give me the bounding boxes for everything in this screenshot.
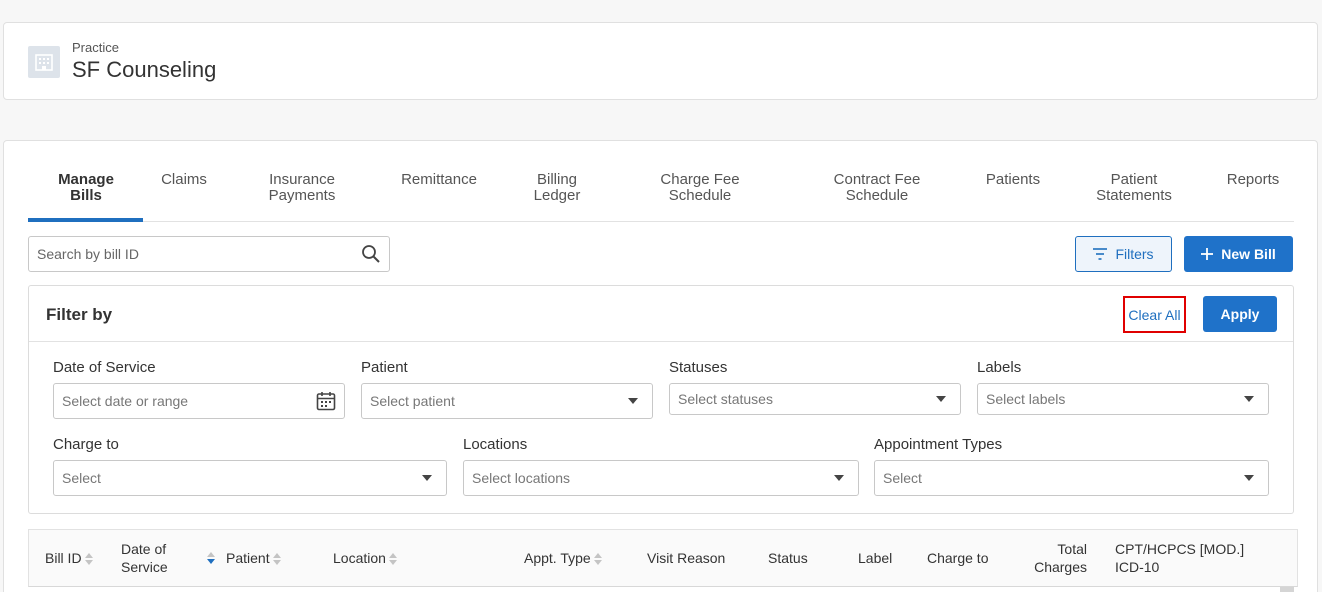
column-total-charges: Total Charges (1019, 540, 1087, 576)
chevron-down-icon (422, 475, 432, 481)
billing-tabs: Manage Bills Claims Insurance Payments Rem… (28, 141, 1294, 222)
tab-contract-fee-schedule[interactable]: Contract Fee Schedule (825, 172, 929, 204)
column-date-of-service[interactable]: Date of Service (121, 540, 181, 576)
column-charge-to: Charge to (927, 550, 989, 566)
labels-select[interactable]: Select labels (977, 383, 1269, 415)
filter-panel-header: Filter by Clear All Apply (29, 286, 1293, 342)
practice-label: Practice (72, 40, 119, 55)
column-codes: CPT/HCPCS [MOD.] ICD-10 (1115, 540, 1244, 576)
tab-label: Manage Bills (58, 171, 114, 204)
tab-label: Charge Fee Schedule (660, 171, 740, 204)
bills-table-header: Bill ID Date of Service Patient Location … (28, 529, 1298, 587)
chevron-down-icon (628, 398, 638, 404)
column-label: Label (858, 550, 893, 566)
tab-label: Patient Statements (1096, 171, 1172, 204)
tab-charge-fee-schedule[interactable]: Charge Fee Schedule (652, 172, 748, 204)
search-icon[interactable] (361, 244, 381, 264)
tab-label: Billing Ledger (533, 171, 581, 204)
tab-billing-ledger[interactable]: Billing Ledger (524, 172, 590, 204)
practice-card: Practice SF Counseling (3, 22, 1318, 100)
locations-placeholder: Select locations (472, 470, 571, 486)
tab-label: Patients (985, 171, 1041, 188)
tab-patients[interactable]: Patients (978, 172, 1048, 188)
tab-label: Claims (161, 171, 207, 188)
calendar-icon[interactable] (316, 391, 336, 411)
column-label: Patient (226, 550, 270, 566)
column-label: Bill ID (45, 550, 82, 566)
column-label: Location (333, 550, 386, 566)
chevron-down-icon (1244, 475, 1254, 481)
tab-manage-bills[interactable]: Manage Bills (56, 172, 116, 204)
charge-to-placeholder: Select (62, 470, 101, 486)
sort-icon[interactable] (84, 552, 93, 566)
chevron-down-icon (1244, 396, 1254, 402)
search-box (28, 236, 390, 272)
statuses-select[interactable]: Select statuses (669, 383, 961, 415)
column-status: Status (768, 550, 808, 566)
tab-insurance-payments[interactable]: Insurance Payments (262, 172, 342, 204)
apply-button[interactable]: Apply (1203, 296, 1277, 332)
active-tab-indicator (28, 218, 143, 222)
patient-select[interactable]: Select patient (361, 383, 653, 419)
column-label: Date of Service (121, 541, 168, 575)
tab-label: Reports (1226, 171, 1280, 188)
tab-label: Contract Fee Schedule (833, 171, 921, 204)
sort-icon[interactable] (593, 552, 602, 566)
search-input[interactable] (37, 237, 357, 271)
chevron-down-icon (834, 475, 844, 481)
appointment-types-label: Appointment Types (874, 436, 1003, 453)
tab-remittance[interactable]: Remittance (394, 172, 484, 188)
new-bill-button[interactable]: New Bill (1184, 236, 1293, 272)
statuses-label: Statuses (669, 359, 728, 376)
appointment-types-select[interactable]: Select (874, 460, 1269, 496)
scrollbar[interactable] (1280, 587, 1294, 592)
filters-button[interactable]: Filters (1075, 236, 1172, 272)
date-of-service-input[interactable]: Select date or range (53, 383, 345, 419)
building-icon (28, 46, 60, 78)
column-bill-id[interactable]: Bill ID (45, 549, 93, 567)
column-label: Appt. Type (524, 550, 591, 566)
tab-patient-statements[interactable]: Patient Statements (1091, 172, 1177, 204)
labels-placeholder: Select labels (986, 391, 1066, 407)
new-bill-label: New Bill (1221, 246, 1276, 262)
column-location[interactable]: Location (333, 549, 397, 567)
filter-icon (1093, 248, 1108, 260)
tab-label: Remittance (401, 171, 477, 188)
practice-name: SF Counseling (72, 57, 217, 82)
column-label: CPT/HCPCS [MOD.] ICD-10 (1115, 541, 1245, 575)
appointment-types-placeholder: Select (883, 470, 922, 486)
clear-all-button[interactable]: Clear All (1123, 296, 1186, 333)
patient-label: Patient (361, 359, 408, 376)
sort-icon[interactable] (272, 552, 281, 566)
labels-label: Labels (977, 359, 1022, 376)
charge-to-select[interactable]: Select (53, 460, 447, 496)
sort-icon[interactable] (388, 552, 397, 566)
filter-panel: Filter by Clear All Apply Date of Servic… (28, 285, 1294, 514)
main-card: Manage Bills Claims Insurance Payments Rem… (3, 140, 1318, 592)
tab-claims[interactable]: Claims (152, 172, 216, 188)
column-appt-type[interactable]: Appt. Type (524, 549, 602, 567)
date-of-service-placeholder: Select date or range (62, 393, 189, 409)
chevron-down-icon (936, 396, 946, 402)
filter-panel-title: Filter by (46, 305, 113, 324)
sort-desc-icon[interactable] (207, 551, 215, 565)
column-label: Total Charges (1034, 541, 1087, 575)
locations-label: Locations (463, 436, 528, 453)
tab-reports[interactable]: Reports (1218, 172, 1288, 188)
plus-icon (1201, 248, 1214, 260)
column-visit-reason: Visit Reason (647, 550, 726, 566)
locations-select[interactable]: Select locations (463, 460, 859, 496)
patient-placeholder: Select patient (370, 393, 455, 409)
charge-to-label: Charge to (53, 436, 119, 453)
date-of-service-label: Date of Service (53, 359, 156, 376)
tab-label: Insurance Payments (268, 171, 336, 204)
filters-label: Filters (1115, 246, 1154, 262)
statuses-placeholder: Select statuses (678, 391, 773, 407)
column-patient[interactable]: Patient (226, 549, 281, 567)
